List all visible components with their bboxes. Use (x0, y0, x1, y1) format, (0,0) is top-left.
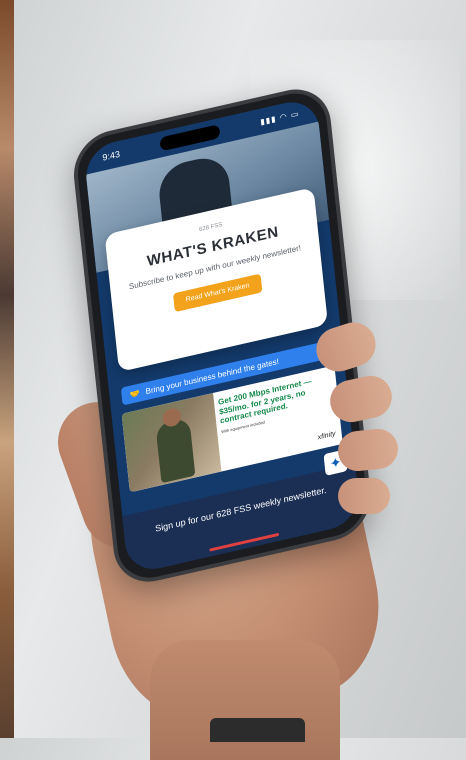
home-indicator (209, 532, 280, 552)
signup-text: Sign up for our 628 FSS weekly newslette… (154, 484, 327, 534)
ad-person (155, 416, 196, 484)
hand-wrist (150, 640, 340, 760)
status-icons: ▮▮▮ ◠ ▭ (259, 108, 300, 127)
background-left-strip (0, 0, 14, 738)
watch-band (210, 718, 305, 742)
ad-brand-logo: xfinity (317, 430, 336, 442)
ad-photo (121, 392, 222, 493)
handshake-icon: 🤝 (129, 388, 141, 400)
status-time: 9:43 (101, 148, 121, 163)
hand-finger-pinky (338, 478, 390, 514)
hand-finger-ring (336, 426, 400, 474)
ad-headline: Get 200 Mbps Internet — $35/mo. for 2 ye… (218, 372, 335, 435)
ad-headline-text: Get 200 Mbps Internet — $35/mo. for 2 ye… (217, 376, 312, 426)
